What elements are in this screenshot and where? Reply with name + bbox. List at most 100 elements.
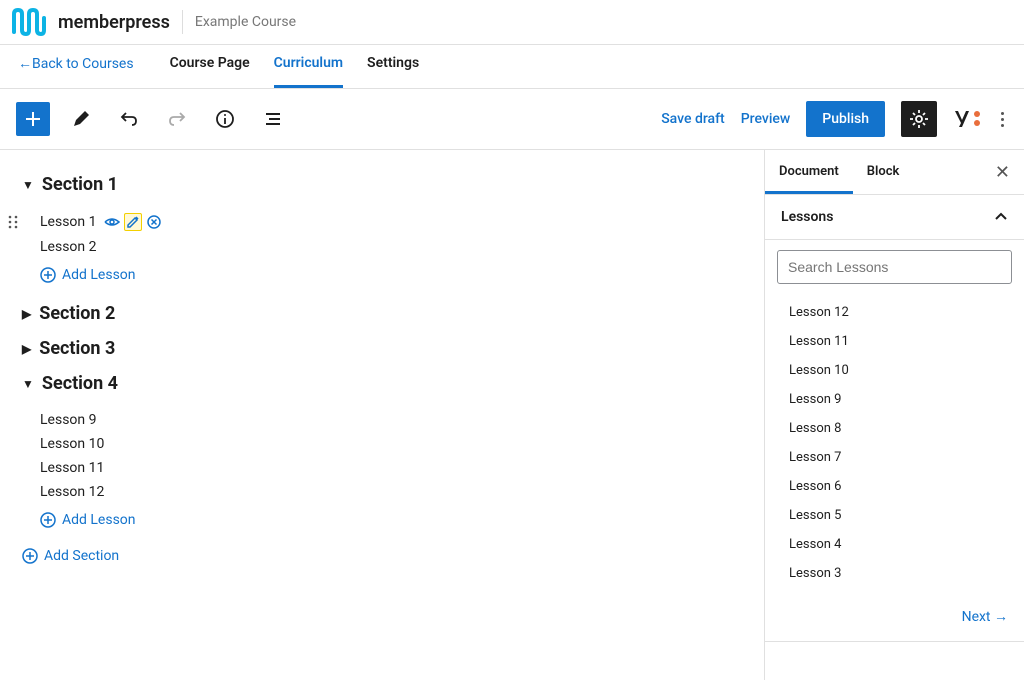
- lesson-label: Lesson 2: [40, 239, 96, 255]
- list-item[interactable]: Lesson 5: [765, 501, 1024, 530]
- undo-icon: [119, 109, 139, 129]
- back-link-label: Back to Courses: [32, 56, 134, 72]
- tab-course-page[interactable]: Course Page: [170, 45, 250, 88]
- curriculum-main: ▼ Section 1 Lesson 1 Lesson 2 Add Lesson…: [0, 150, 764, 680]
- list-item[interactable]: Lesson 9: [765, 385, 1024, 414]
- edit-mode-button[interactable]: [64, 102, 98, 136]
- course-title: Example Course: [195, 14, 296, 30]
- lesson-row[interactable]: Lesson 9: [22, 408, 742, 432]
- sidebar-panel: Document Block ✕ Lessons Lesson 12 Lesso…: [764, 150, 1024, 680]
- divider: [182, 10, 183, 34]
- lesson-actions: [104, 213, 162, 231]
- section-header-1[interactable]: ▼ Section 1: [22, 174, 742, 195]
- publish-button[interactable]: Publish: [806, 101, 885, 137]
- remove-lesson-button[interactable]: [146, 214, 162, 230]
- tab-curriculum[interactable]: Curriculum: [274, 45, 343, 88]
- list-item[interactable]: Lesson 10: [765, 356, 1024, 385]
- plus-circle-icon: [40, 267, 56, 283]
- plus-circle-icon: [22, 548, 38, 564]
- list-outline-icon: [263, 109, 283, 129]
- lessons-list: Lesson 12 Lesson 11 Lesson 10 Lesson 9 L…: [765, 294, 1024, 592]
- section-header-4[interactable]: ▼ Section 4: [22, 373, 742, 394]
- arrow-left-icon: ←: [18, 55, 32, 72]
- lesson-row[interactable]: Lesson 11: [22, 456, 742, 480]
- arrow-right-icon: →: [994, 609, 1008, 625]
- edit-lesson-button[interactable]: [124, 213, 142, 231]
- lesson-row[interactable]: Lesson 10: [22, 432, 742, 456]
- lesson-row[interactable]: Lesson 1: [22, 209, 742, 235]
- view-lesson-button[interactable]: [104, 214, 120, 230]
- chevron-up-icon: [994, 210, 1008, 224]
- next-label: Next: [962, 609, 991, 625]
- undo-button[interactable]: [112, 102, 146, 136]
- save-draft-button[interactable]: Save draft: [661, 111, 725, 127]
- drag-handle-icon[interactable]: [8, 215, 18, 229]
- yoast-indicator[interactable]: [953, 109, 981, 129]
- remove-icon: [146, 214, 162, 230]
- lesson-label: Lesson 12: [40, 484, 104, 500]
- section-header-3[interactable]: ▶ Section 3: [22, 338, 742, 359]
- list-item[interactable]: Lesson 11: [765, 327, 1024, 356]
- add-section-label: Add Section: [44, 548, 119, 564]
- sidebar-tabs: Document Block ✕: [765, 150, 1024, 195]
- lessons-panel-header[interactable]: Lessons: [765, 195, 1024, 240]
- search-lessons-input[interactable]: [777, 250, 1012, 284]
- sidebar-tab-block[interactable]: Block: [853, 150, 914, 194]
- outline-button[interactable]: [256, 102, 290, 136]
- edit-icon: [126, 215, 140, 229]
- app-header: memberpress Example Course: [0, 0, 1024, 45]
- add-lesson-label: Add Lesson: [62, 267, 136, 283]
- memberpress-logo-icon: [12, 8, 46, 36]
- eye-icon: [104, 214, 120, 230]
- list-item[interactable]: Lesson 7: [765, 443, 1024, 472]
- panel-title: Lessons: [781, 209, 833, 225]
- list-item[interactable]: Lesson 12: [765, 298, 1024, 327]
- toolbar-right: Save draft Preview Publish: [661, 101, 1008, 137]
- plus-icon: [23, 109, 43, 129]
- main-tabs: Course Page Curriculum Settings: [170, 45, 420, 88]
- redo-button[interactable]: [160, 102, 194, 136]
- pencil-icon: [71, 109, 91, 129]
- info-icon: [215, 109, 235, 129]
- back-to-courses-link[interactable]: ← Back to Courses: [18, 55, 134, 88]
- section-title: Section 3: [39, 338, 115, 359]
- section-title: Section 1: [42, 174, 118, 195]
- close-icon: ✕: [995, 162, 1010, 183]
- add-lesson-button[interactable]: Add Lesson: [40, 512, 742, 528]
- more-options-button[interactable]: [997, 108, 1008, 131]
- search-wrap: [765, 240, 1024, 294]
- editor-toolbar: Save draft Preview Publish: [0, 89, 1024, 150]
- info-button[interactable]: [208, 102, 242, 136]
- settings-toggle-button[interactable]: [901, 101, 937, 137]
- next-page-button[interactable]: Next →: [765, 592, 1024, 642]
- sidebar-tab-document[interactable]: Document: [765, 150, 853, 194]
- list-item[interactable]: Lesson 8: [765, 414, 1024, 443]
- traffic-light-icon: [973, 109, 981, 129]
- section-header-2[interactable]: ▶ Section 2: [22, 303, 742, 324]
- list-item[interactable]: Lesson 4: [765, 530, 1024, 559]
- tab-settings[interactable]: Settings: [367, 45, 419, 88]
- lesson-label: Lesson 1: [40, 214, 96, 230]
- section-title: Section 4: [42, 373, 118, 394]
- add-section-button[interactable]: Add Section: [22, 548, 742, 564]
- add-block-button[interactable]: [16, 102, 50, 136]
- yoast-icon: [953, 109, 971, 129]
- sidebar-close-button[interactable]: ✕: [981, 162, 1024, 183]
- caret-down-icon: ▼: [22, 178, 34, 192]
- add-lesson-label: Add Lesson: [62, 512, 136, 528]
- lesson-row[interactable]: Lesson 12: [22, 480, 742, 504]
- add-lesson-button[interactable]: Add Lesson: [40, 267, 742, 283]
- body-layout: ▼ Section 1 Lesson 1 Lesson 2 Add Lesson…: [0, 150, 1024, 680]
- subheader: ← Back to Courses Course Page Curriculum…: [0, 45, 1024, 89]
- lesson-row[interactable]: Lesson 2: [22, 235, 742, 259]
- preview-button[interactable]: Preview: [741, 111, 791, 127]
- brand-logo-group: memberpress: [12, 8, 170, 36]
- brand-name: memberpress: [58, 12, 170, 33]
- caret-down-icon: ▼: [22, 377, 34, 391]
- list-item[interactable]: Lesson 6: [765, 472, 1024, 501]
- section-title: Section 2: [39, 303, 115, 324]
- list-item[interactable]: Lesson 3: [765, 559, 1024, 588]
- redo-icon: [167, 109, 187, 129]
- lesson-label: Lesson 10: [40, 436, 104, 452]
- lesson-label: Lesson 11: [40, 460, 104, 476]
